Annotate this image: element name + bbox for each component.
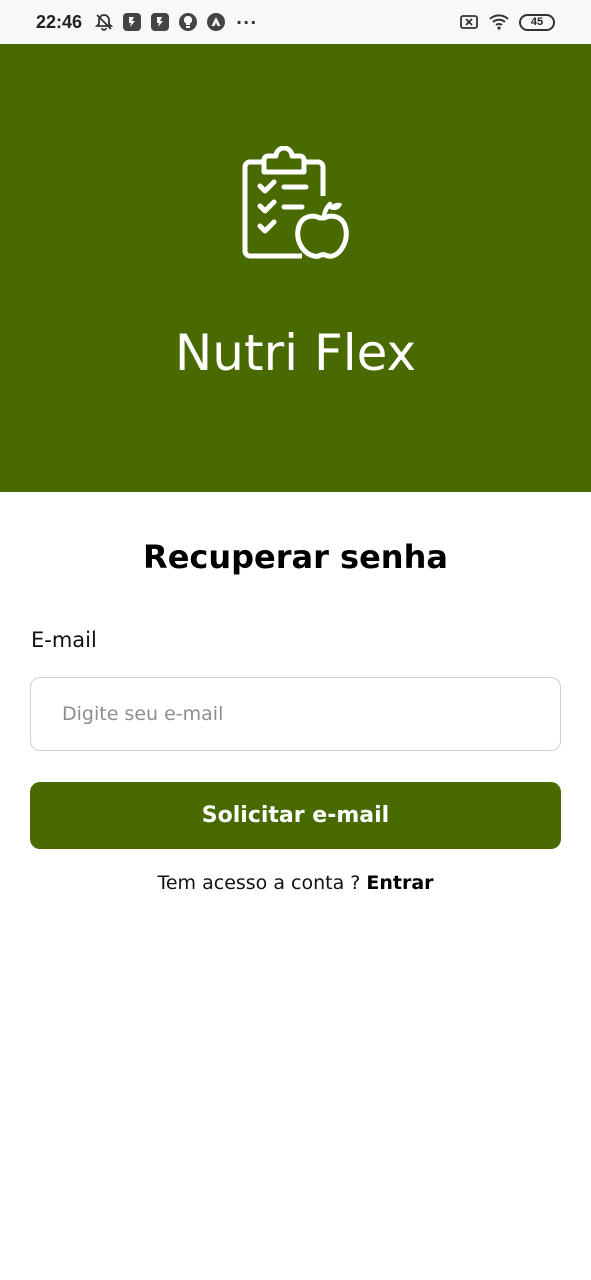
sim-off-icon [459,12,479,32]
page-title: Recuperar senha [143,538,448,576]
app-name: Nutri Flex [174,324,417,382]
login-prompt-text: Tem acesso a conta ? [157,872,361,894]
status-bar-right: 45 [459,12,555,32]
header-banner: Nutri Flex [0,44,591,492]
request-email-button[interactable]: Solicitar e-mail [30,782,561,849]
lightbulb-icon [178,12,198,32]
more-notifications-indicator: ··· [236,12,258,32]
status-time: 22:46 [36,11,83,32]
app-icon [150,12,170,32]
clipboard-checklist-apple-icon [240,145,352,262]
app-icon [122,12,142,32]
status-bar: 22:46 ··· 45 [0,0,591,44]
login-prompt: Tem acesso a conta ? Entrar [0,872,591,894]
battery-indicator: 45 [519,13,555,31]
triangle-app-icon [206,12,226,32]
wifi-icon [489,12,509,32]
status-bar-left: 22:46 ··· [36,12,257,33]
notifications-off-icon [94,12,114,32]
email-field[interactable] [30,677,561,751]
login-link[interactable]: Entrar [366,872,433,894]
email-label: E-mail [31,628,97,652]
